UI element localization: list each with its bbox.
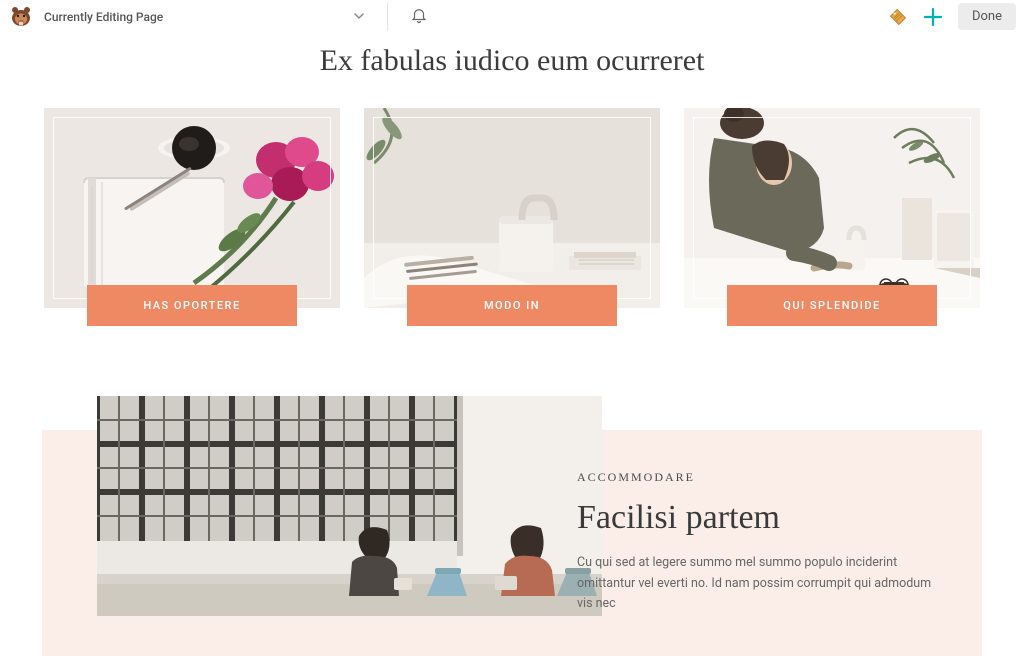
feature-body: Cu qui sed at legere summo mel summo pop… (577, 553, 947, 615)
feature-image (97, 396, 602, 616)
done-button[interactable]: Done (958, 3, 1016, 30)
card-image-desk (364, 108, 660, 308)
section-heading: Ex fabulas iudico eum ocurreret (0, 44, 1024, 78)
divider (387, 3, 388, 31)
feature-title: Facilisi partem (577, 499, 947, 537)
page-title[interactable]: Currently Editing Page (44, 10, 163, 24)
feature-section: ACCOMMODARE Facilisi partem Cu qui sed a… (0, 396, 1024, 656)
page-content: Ex fabulas iudico eum ocurreret (0, 34, 1024, 656)
card-3[interactable]: QUI SPLENDIDE (684, 108, 980, 308)
tag-icon[interactable] (888, 7, 908, 27)
card-image-woman (684, 108, 980, 308)
plus-icon[interactable] (922, 6, 944, 28)
bell-icon[interactable] (410, 6, 428, 28)
card-button-2[interactable]: MODO IN (407, 285, 617, 326)
app-logo[interactable] (8, 4, 34, 30)
feature-eyebrow: ACCOMMODARE (577, 470, 947, 485)
topbar: Currently Editing Page Done (0, 0, 1024, 34)
card-button-3[interactable]: QUI SPLENDIDE (727, 285, 937, 326)
card-button-1[interactable]: HAS OPORTERE (87, 285, 297, 326)
card-image-flowers (44, 108, 340, 308)
card-1[interactable]: HAS OPORTERE (44, 108, 340, 308)
cards-row: HAS OPORTERE (0, 108, 1024, 308)
feature-text: ACCOMMODARE Facilisi partem Cu qui sed a… (577, 470, 967, 615)
chevron-down-icon[interactable] (353, 7, 365, 26)
topbar-left: Currently Editing Page (8, 3, 428, 31)
card-2[interactable]: MODO IN (364, 108, 660, 308)
topbar-right: Done (888, 3, 1016, 30)
